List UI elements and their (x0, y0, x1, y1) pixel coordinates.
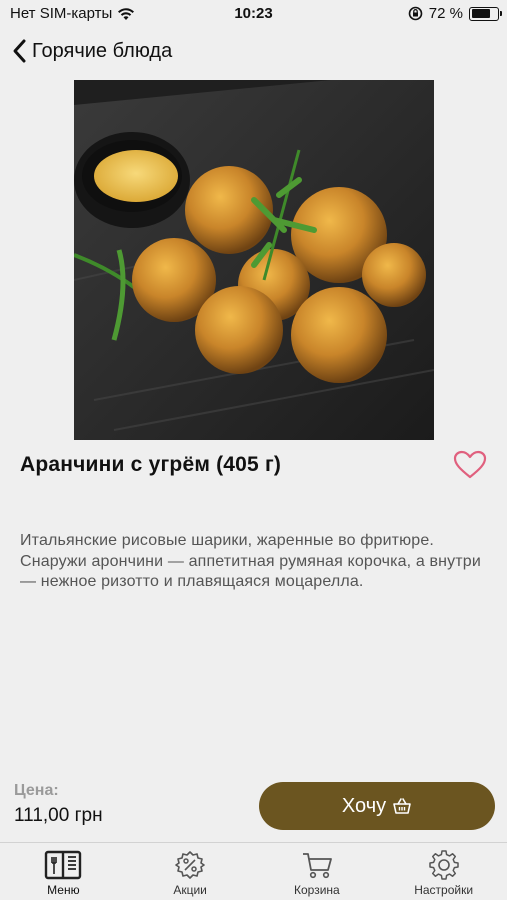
dish-photo-illustration (74, 80, 434, 440)
tab-label: Корзина (294, 883, 340, 897)
dish-title: Аранчини с угрём (405 г) (20, 453, 282, 476)
discount-badge-icon (175, 851, 205, 879)
battery-icon (469, 6, 502, 21)
tab-label: Настройки (414, 883, 474, 897)
status-right: 72 % (408, 5, 502, 22)
nav-bar: Горячие блюда (0, 34, 507, 74)
tab-label: Меню (47, 883, 80, 897)
basket-icon (393, 798, 411, 814)
menu-book-icon (45, 850, 82, 880)
tab-bar: Меню Акции Корзина Настройки (0, 842, 507, 900)
tab-menu[interactable]: Меню (0, 843, 127, 900)
dish-detail-screen: Нет SIM-карты 10:23 72 % Горячие блюда А… (0, 0, 507, 900)
tab-settings[interactable]: Настройки (380, 843, 507, 900)
heart-icon (453, 450, 487, 479)
tab-cart[interactable]: Корзина (254, 843, 381, 900)
battery-fill (471, 9, 490, 18)
want-button[interactable]: Хочу (259, 782, 495, 830)
want-button-label: Хочу (341, 794, 387, 817)
tab-label: Акции (173, 883, 207, 897)
back-button[interactable]: Горячие блюда (12, 38, 172, 64)
favorite-button[interactable] (452, 449, 488, 481)
battery-percent: 72 % (428, 5, 463, 22)
back-label: Горячие блюда (32, 39, 173, 62)
gear-icon (428, 850, 459, 880)
dish-photo (74, 80, 434, 440)
status-bar: Нет SIM-карты 10:23 72 % (0, 0, 507, 28)
dish-description: Итальянские рисовые шарики, жаренные во … (20, 532, 481, 590)
rotation-lock-icon (408, 6, 423, 21)
tab-promotions[interactable]: Акции (127, 843, 254, 900)
price-label: Цена: (14, 782, 59, 799)
cart-icon (302, 853, 332, 879)
chevron-left-icon (13, 39, 26, 63)
price-value: 111,00 грн (14, 805, 103, 826)
